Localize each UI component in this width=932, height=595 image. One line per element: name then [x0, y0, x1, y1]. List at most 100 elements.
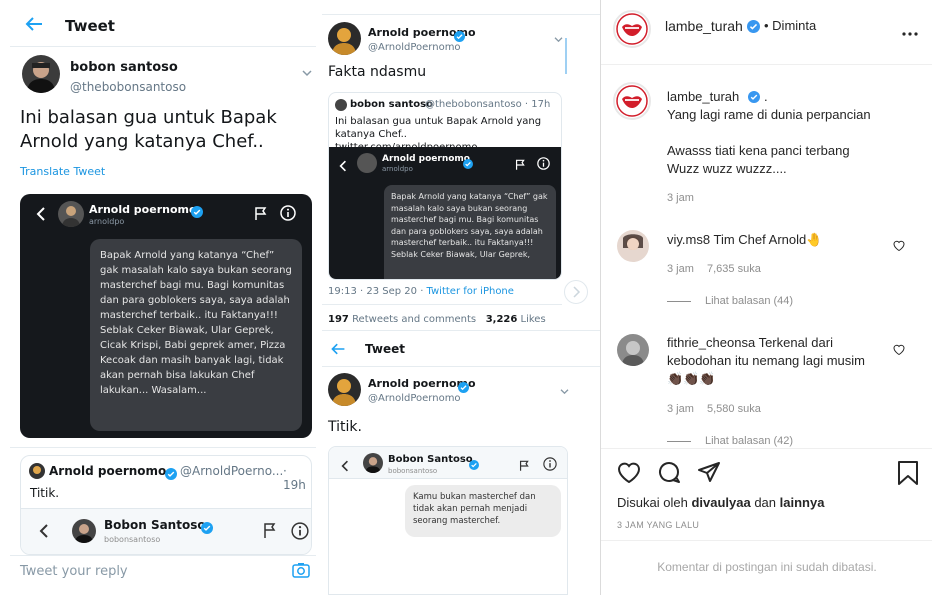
panel-header-title: Tweet	[65, 17, 115, 35]
tweet-timestamp: 19:13 · 23 Sep 20 ·	[328, 286, 427, 297]
avatar[interactable]	[617, 230, 649, 262]
caption-line: Awasss tiati kena panci terbang	[667, 143, 850, 158]
comments-limited-notice: Komentar di postingan ini sudah dibatasi…	[657, 560, 877, 574]
tweet-source-link[interactable]: Twitter for iPhone	[427, 286, 514, 297]
caption-username[interactable]: lambe_turah	[667, 89, 739, 104]
comment-username[interactable]: fithrie_cheonsa	[667, 335, 755, 350]
avatar[interactable]	[613, 82, 651, 120]
like-count[interactable]: 3,226	[486, 314, 518, 325]
dm-name: Bobon Santoso	[104, 518, 206, 532]
avatar	[29, 463, 45, 479]
back-chevron-icon	[39, 523, 49, 542]
flag-icon	[254, 206, 268, 225]
view-replies-link[interactable]: Lihat balasan (42)	[705, 435, 793, 447]
author-name[interactable]: bobon santoso	[70, 60, 178, 75]
dm-screenshot: Arnold poernomo arnoldpo Bapak Arnold ya…	[20, 194, 312, 438]
comment-text: fithrie_cheonsa Terkenal dari kebodohan …	[667, 334, 881, 388]
view-replies-link[interactable]: Lihat balasan (44)	[705, 295, 793, 307]
comment-text: viy.ms8 Tim Chef Arnold🤚	[667, 232, 867, 248]
comment-username[interactable]: viy.ms8	[667, 232, 710, 247]
quote-handle: @thebobonsantoso · 17h	[425, 99, 551, 110]
heart-icon[interactable]	[893, 342, 905, 360]
comment-body: Tim Chef Arnold🤚	[713, 232, 823, 247]
tweet-text: Titik.	[328, 419, 362, 435]
author-handle[interactable]: @ArnoldPoernomo	[368, 393, 461, 404]
avatar[interactable]	[617, 334, 649, 366]
dm-screenshot: Bobon Santoso bobonsantoso Kamu bukan ma…	[328, 446, 568, 595]
flag-icon	[263, 523, 277, 543]
tweet-panel-middle: Arnold poernomo @ArnoldPoernomo Fakta nd…	[322, 0, 600, 595]
post-time: 3 JAM YANG LALU	[617, 520, 700, 530]
next-arrow-button[interactable]	[564, 280, 588, 304]
comment-likes[interactable]: 5,580 suka	[707, 403, 761, 415]
dm-name: Arnold poernomo	[89, 203, 197, 216]
avatar[interactable]	[22, 55, 60, 93]
comment-bubble-icon[interactable]	[657, 460, 681, 489]
chevron-down-icon[interactable]	[560, 380, 569, 399]
verified-icon	[463, 154, 473, 173]
avatar[interactable]	[328, 22, 361, 55]
author-handle[interactable]: @thebobonsantoso	[70, 80, 186, 94]
flag-icon	[515, 156, 526, 175]
quoted-tweet[interactable]: bobon santoso @thebobonsantoso · 17h Ini…	[328, 92, 562, 280]
back-arrow-icon[interactable]	[330, 341, 346, 361]
reply-handle: @ArnoldPoerno...	[180, 464, 284, 478]
username-link[interactable]: lambe_turah	[665, 18, 743, 34]
status-label: • Diminta	[764, 18, 817, 33]
back-chevron-icon	[36, 206, 46, 225]
avatar	[335, 99, 347, 111]
verified-icon	[191, 203, 203, 222]
likes-label[interactable]: Likes	[521, 314, 546, 325]
comment-time: 3 jam	[667, 263, 694, 275]
chevron-down-icon[interactable]	[302, 62, 312, 81]
reply-input[interactable]: Tweet your reply	[20, 564, 128, 579]
dm-sub: bobonsantoso	[388, 467, 438, 475]
like-heart-icon[interactable]	[617, 461, 641, 488]
liked-by-user[interactable]: divaulyaa	[691, 495, 750, 510]
verified-icon	[165, 465, 177, 484]
dm-sub: arnoldpo	[89, 217, 125, 226]
caption-time: 3 jam	[667, 192, 694, 204]
more-options-icon[interactable]	[901, 24, 919, 42]
camera-icon[interactable]	[292, 562, 310, 582]
quote-name: bobon santoso	[350, 99, 433, 110]
heart-icon[interactable]	[893, 238, 905, 256]
reply-card[interactable]: Arnold poernomo @ArnoldPoerno... · 19h T…	[20, 455, 312, 555]
author-handle[interactable]: @ArnoldPoernomo	[368, 42, 461, 53]
save-bookmark-icon[interactable]	[897, 461, 919, 490]
avatar	[363, 453, 383, 473]
tweet-panel-left: Tweet bobon santoso @thebobonsantoso Ini…	[10, 0, 316, 595]
tweet-text: Fakta ndasmu	[328, 64, 427, 80]
translate-tweet-link[interactable]: Translate Tweet	[20, 165, 105, 178]
dm-message: Bapak Arnold yang katanya “Chef” gak mas…	[384, 185, 556, 279]
flag-icon	[519, 457, 530, 476]
tweet-text: Ini balasan gua untuk Bapak Arnold yang …	[20, 107, 277, 152]
chevron-down-icon[interactable]	[554, 28, 563, 47]
dm-message: Bapak Arnold yang katanya “Chef” gak mas…	[90, 239, 302, 431]
caption-line: Wuzz wuzz wuzzz....	[667, 161, 787, 176]
reply-time: · 19h	[283, 464, 306, 492]
panel-header-title: Tweet	[365, 342, 405, 356]
verified-icon	[201, 519, 213, 538]
retweets-label[interactable]: Retweets and comments	[352, 314, 476, 325]
caption-dot: .	[764, 89, 768, 104]
back-chevron-icon	[339, 157, 347, 176]
reply-name: Arnold poernomo	[49, 464, 167, 478]
share-icon[interactable]	[697, 461, 721, 488]
dm-sub: arnoldpo	[382, 165, 413, 173]
avatar	[72, 519, 96, 543]
dm-message: Kamu bukan masterchef dan tidak akan per…	[405, 485, 561, 537]
avatar[interactable]	[613, 10, 651, 48]
liked-by-text: Disukai oleh divaulyaa dan lainnya	[617, 495, 825, 510]
info-icon	[543, 456, 557, 475]
info-icon	[291, 522, 309, 544]
info-icon	[537, 155, 550, 174]
back-arrow-icon[interactable]	[24, 14, 44, 38]
liked-by-others[interactable]: lainnya	[780, 495, 825, 510]
comment-likes[interactable]: 7,635 suka	[707, 263, 761, 275]
verified-badge-icon	[747, 20, 760, 38]
avatar[interactable]	[328, 373, 361, 406]
reply-text: Titik.	[30, 486, 60, 500]
verified-badge-icon	[748, 90, 760, 108]
retweet-count[interactable]: 197	[328, 314, 349, 325]
